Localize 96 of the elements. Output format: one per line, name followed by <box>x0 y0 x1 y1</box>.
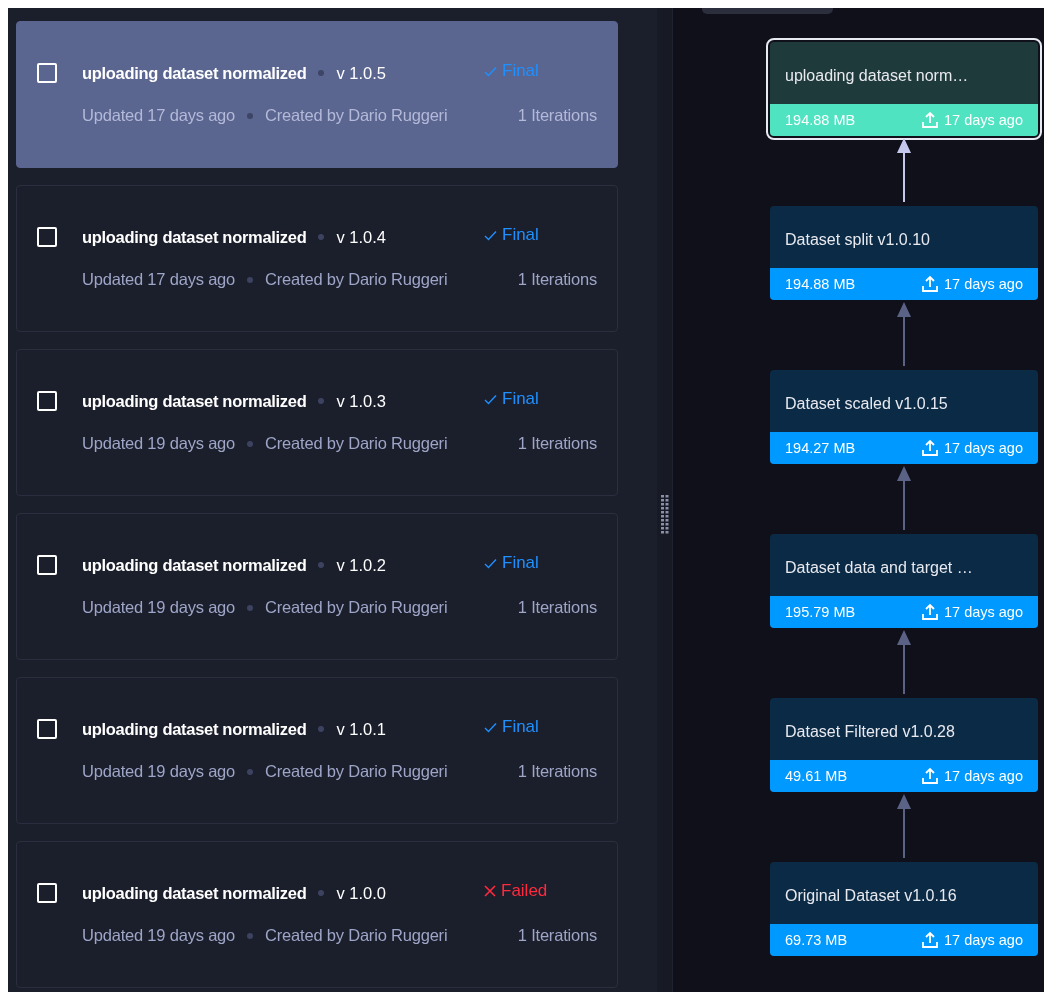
version-title: uploading dataset normalized <box>82 391 307 411</box>
separator-dot <box>247 932 254 939</box>
status-label: Final <box>484 553 539 573</box>
check-icon <box>484 557 497 569</box>
dataset-node[interactable]: Dataset Filtered v1.0.28 49.61 MB 17 days ago <box>770 698 1038 792</box>
dataset-node[interactable]: Dataset scaled v1.0.15 194.27 MB 17 days ago <box>770 370 1038 464</box>
upload-icon <box>921 931 939 949</box>
updated-time: Updated 19 days ago <box>82 434 236 453</box>
status-label: Failed <box>484 881 548 901</box>
version-number: v 1.0.1 <box>336 719 386 739</box>
iterations-count: 1 Iterations <box>517 598 597 617</box>
upload-time: 17 days ago <box>944 112 1023 128</box>
creator-name: Created by Dario Ruggeri <box>265 270 448 289</box>
checkbox[interactable] <box>37 227 57 247</box>
node-title: Dataset scaled v1.0.15 <box>784 394 949 414</box>
upload-icon <box>921 439 939 457</box>
file-size: 194.88 MB <box>785 276 856 292</box>
separator-dot <box>247 440 254 447</box>
version-card[interactable]: uploading dataset normalized v 1.0.2 Final Updated 19 days ago Created by Dario Ruggeri 1 Iterations <box>16 513 618 660</box>
checkbox[interactable] <box>37 883 57 903</box>
drag-handle-icon[interactable] <box>660 495 669 535</box>
version-title: uploading dataset normalized <box>82 555 307 575</box>
version-card[interactable]: uploading dataset normalized v 1.0.3 Final Updated 19 days ago Created by Dario Ruggeri 1 Iterations <box>16 349 618 496</box>
updated-time: Updated 19 days ago <box>82 762 236 781</box>
updated-time: Updated 17 days ago <box>82 106 236 125</box>
version-number: v 1.0.5 <box>336 63 386 83</box>
check-icon <box>484 65 497 77</box>
file-size: 194.88 MB <box>785 112 856 128</box>
upload-time: 17 days ago <box>944 932 1023 948</box>
upload-icon <box>921 111 939 129</box>
version-card[interactable]: uploading dataset normalized v 1.0.0 Failed Updated 19 days ago Created by Dario Ruggeri 1 Iterations <box>16 841 618 988</box>
separator-dot <box>318 562 325 568</box>
updated-time: Updated 19 days ago <box>82 926 236 945</box>
version-title: uploading dataset normalized <box>82 883 307 903</box>
iterations-count: 1 Iterations <box>517 106 597 125</box>
dataset-node[interactable]: Original Dataset v1.0.16 69.73 MB 17 days ago <box>770 862 1038 956</box>
checkbox[interactable] <box>37 391 57 411</box>
separator-dot <box>318 726 325 732</box>
creator-name: Created by Dario Ruggeri <box>265 106 448 125</box>
checkbox[interactable] <box>37 719 57 739</box>
check-icon <box>484 393 497 405</box>
upload-icon <box>921 767 939 785</box>
status-label: Final <box>484 717 539 737</box>
upload-time: 17 days ago <box>944 768 1023 784</box>
version-number: v 1.0.2 <box>336 555 386 575</box>
upload-time: 17 days ago <box>944 276 1023 292</box>
status-label: Final <box>484 389 539 409</box>
iterations-count: 1 Iterations <box>517 270 597 289</box>
version-card[interactable]: uploading dataset normalized v 1.0.4 Final Updated 17 days ago Created by Dario Ruggeri 1 Iterations <box>16 185 618 332</box>
close-icon <box>484 885 496 897</box>
node-title: Dataset data and target … <box>784 558 974 578</box>
separator-dot <box>318 398 325 404</box>
checkbox[interactable] <box>37 63 57 83</box>
node-title: uploading dataset norm… <box>784 66 970 86</box>
check-icon <box>484 721 497 733</box>
check-icon <box>484 229 497 241</box>
separator-dot <box>247 112 254 119</box>
status-label: Final <box>484 225 539 245</box>
upload-time: 17 days ago <box>944 440 1023 456</box>
version-number: v 1.0.0 <box>336 883 386 903</box>
file-size: 194.27 MB <box>785 440 856 456</box>
separator-dot <box>318 890 325 896</box>
version-title: uploading dataset normalized <box>82 227 307 247</box>
updated-time: Updated 19 days ago <box>82 598 236 617</box>
creator-name: Created by Dario Ruggeri <box>265 926 448 945</box>
upload-icon <box>921 603 939 621</box>
upload-icon <box>921 275 939 293</box>
creator-name: Created by Dario Ruggeri <box>265 598 448 617</box>
checkbox[interactable] <box>37 555 57 575</box>
status-label: Final <box>484 61 539 81</box>
iterations-count: 1 Iterations <box>517 762 597 781</box>
version-card[interactable]: uploading dataset normalized v 1.0.1 Final Updated 19 days ago Created by Dario Ruggeri 1 Iterations <box>16 677 618 824</box>
dataset-node[interactable]: Dataset data and target … 195.79 MB 17 days ago <box>770 534 1038 628</box>
node-title: Dataset split v1.0.10 <box>784 230 931 250</box>
version-number: v 1.0.4 <box>336 227 386 247</box>
node-title: Dataset Filtered v1.0.28 <box>784 722 956 742</box>
separator-dot <box>318 234 325 240</box>
iterations-count: 1 Iterations <box>517 926 597 945</box>
updated-time: Updated 17 days ago <box>82 270 236 289</box>
separator-dot <box>318 70 325 76</box>
node-title: Original Dataset v1.0.16 <box>784 886 958 906</box>
creator-name: Created by Dario Ruggeri <box>265 434 448 453</box>
version-title: uploading dataset normalized <box>82 719 307 739</box>
version-card[interactable]: uploading dataset normalized v 1.0.5 Final Updated 17 days ago Created by Dario Ruggeri 1 Iterations <box>16 21 618 168</box>
dataset-node[interactable]: Dataset split v1.0.10 194.88 MB 17 days ago <box>770 206 1038 300</box>
separator-dot <box>247 276 254 283</box>
iterations-count: 1 Iterations <box>517 434 597 453</box>
creator-name: Created by Dario Ruggeri <box>265 762 448 781</box>
version-title: uploading dataset normalized <box>82 63 307 83</box>
file-size: 49.61 MB <box>785 768 848 784</box>
separator-dot <box>247 604 254 611</box>
upload-time: 17 days ago <box>944 604 1023 620</box>
version-number: v 1.0.3 <box>336 391 386 411</box>
separator-dot <box>247 768 254 775</box>
file-size: 69.73 MB <box>785 932 848 948</box>
file-size: 195.79 MB <box>785 604 856 620</box>
